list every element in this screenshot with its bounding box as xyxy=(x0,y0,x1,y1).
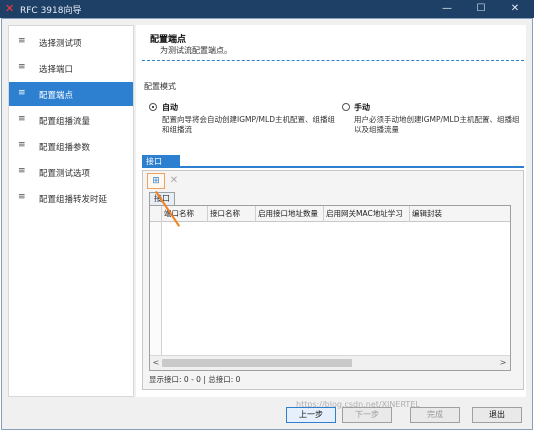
grid-corner xyxy=(150,206,162,222)
sidebar-item-label: 配置组播转发时延 xyxy=(39,195,108,205)
scroll-right-icon[interactable]: > xyxy=(498,358,508,368)
sidebar-item-label: 配置端点 xyxy=(39,91,74,101)
column-address-count[interactable]: 启用接口地址数量 xyxy=(256,206,324,222)
wizard-steps-sidebar: ≡ 选择测试项 ≡ 选择端口 ≡ 配置端点 ≡ 配置组播流量 ≡ 配置组播参数 … xyxy=(8,25,134,397)
grid-header: 端口名称 接口名称 启用接口地址数量 启用网关MAC地址学习 编辑封装 xyxy=(150,206,510,222)
title-bar: ✕ RFC 3918向导 — ☐ ✕ xyxy=(0,0,534,18)
interface-panel: ⊞ ✕ 接口 端口名称 接口名称 启用接口地址数量 启用网关MAC地址学习 编辑… xyxy=(142,170,524,390)
grid-status: 显示接口: 0 - 0 | 总接口: 0 xyxy=(149,375,241,384)
sidebar-item-configure-endpoints[interactable]: ≡ 配置端点 xyxy=(9,82,133,106)
manual-option-desc-1: 用户必须手动地创建IGMP/MLD主机配置、组播组 xyxy=(354,115,520,124)
mode-label: 配置模式 xyxy=(144,82,176,91)
menu-icon: ≡ xyxy=(18,140,26,150)
step-content: 配置端点 为测试流配置端点。 配置模式 自动 配置向导将会自动创建IGMP/ML… xyxy=(136,25,526,397)
interface-grid: 端口名称 接口名称 启用接口地址数量 启用网关MAC地址学习 编辑封装 < > xyxy=(149,205,511,371)
watermark: https://blog.csdn.net/XINERTEL xyxy=(296,400,420,409)
page-title: 配置端点 xyxy=(150,35,187,45)
next-button[interactable]: 下一步 xyxy=(342,407,392,423)
app-logo-icon: ✕ xyxy=(5,2,15,15)
sidebar-item-label: 配置组播流量 xyxy=(39,117,91,127)
column-gateway-mac-learning[interactable]: 启用网关MAC地址学习 xyxy=(324,206,410,222)
window-title: RFC 3918向导 xyxy=(20,6,82,16)
sidebar-item-label: 配置测试选项 xyxy=(39,169,91,179)
column-interface-name[interactable]: 接口名称 xyxy=(208,206,256,222)
close-button[interactable]: ✕ xyxy=(498,0,532,18)
auto-option-label[interactable]: 自动 xyxy=(162,102,178,113)
finish-button[interactable]: 完成 xyxy=(410,407,460,423)
maximize-button[interactable]: ☐ xyxy=(464,0,498,18)
page-subtitle: 为测试流配置端点。 xyxy=(160,46,232,55)
wizard-window: ≡ 选择测试项 ≡ 选择端口 ≡ 配置端点 ≡ 配置组播流量 ≡ 配置组播参数 … xyxy=(1,18,533,430)
menu-icon: ≡ xyxy=(18,88,26,98)
sidebar-item-label: 选择测试项 xyxy=(39,39,82,49)
menu-icon: ≡ xyxy=(18,166,26,176)
menu-icon: ≡ xyxy=(18,62,26,72)
menu-icon: ≡ xyxy=(18,192,26,202)
sidebar-item-select-test[interactable]: ≡ 选择测试项 xyxy=(9,30,133,54)
sidebar-item-multicast-params[interactable]: ≡ 配置组播参数 xyxy=(9,134,133,158)
scroll-thumb[interactable] xyxy=(162,359,352,367)
sidebar-item-select-port[interactable]: ≡ 选择端口 xyxy=(9,56,133,80)
menu-icon: ≡ xyxy=(18,114,26,124)
section-tabstrip: 接口 xyxy=(142,155,524,168)
sidebar-item-test-options[interactable]: ≡ 配置测试选项 xyxy=(9,160,133,184)
manual-option-label[interactable]: 手动 xyxy=(354,102,370,113)
sidebar-item-label: 配置组播参数 xyxy=(39,143,91,153)
manual-radio[interactable] xyxy=(342,103,350,111)
interface-toolbar: ⊞ ✕ xyxy=(145,173,521,189)
horizontal-scrollbar[interactable]: < > xyxy=(150,355,510,370)
scroll-left-icon[interactable]: < xyxy=(151,358,161,368)
auto-option-desc-1: 配置向导将会自动创建IGMP/MLD主机配置、组播组 xyxy=(162,115,335,124)
minimize-button[interactable]: — xyxy=(430,0,464,18)
header-divider xyxy=(142,60,524,61)
add-interface-button[interactable]: ⊞ xyxy=(147,173,165,189)
manual-option-desc-2: 以及组播流量 xyxy=(354,125,399,134)
exit-button[interactable]: 退出 xyxy=(472,407,522,423)
sidebar-item-forwarding-latency[interactable]: ≡ 配置组播转发时延 xyxy=(9,186,133,210)
sidebar-item-label: 选择端口 xyxy=(39,65,74,75)
column-edit-encapsulation[interactable]: 编辑封装 xyxy=(410,206,510,222)
row-header-column xyxy=(150,222,162,356)
auto-option-desc-2: 和组播流 xyxy=(162,125,192,134)
auto-radio[interactable] xyxy=(149,103,157,111)
tab-interface[interactable]: 接口 xyxy=(142,155,180,168)
sidebar-item-multicast-traffic[interactable]: ≡ 配置组播流量 xyxy=(9,108,133,132)
prev-button[interactable]: 上一步 xyxy=(286,407,336,423)
menu-icon: ≡ xyxy=(18,36,26,46)
delete-interface-icon[interactable]: ✕ xyxy=(168,174,180,188)
